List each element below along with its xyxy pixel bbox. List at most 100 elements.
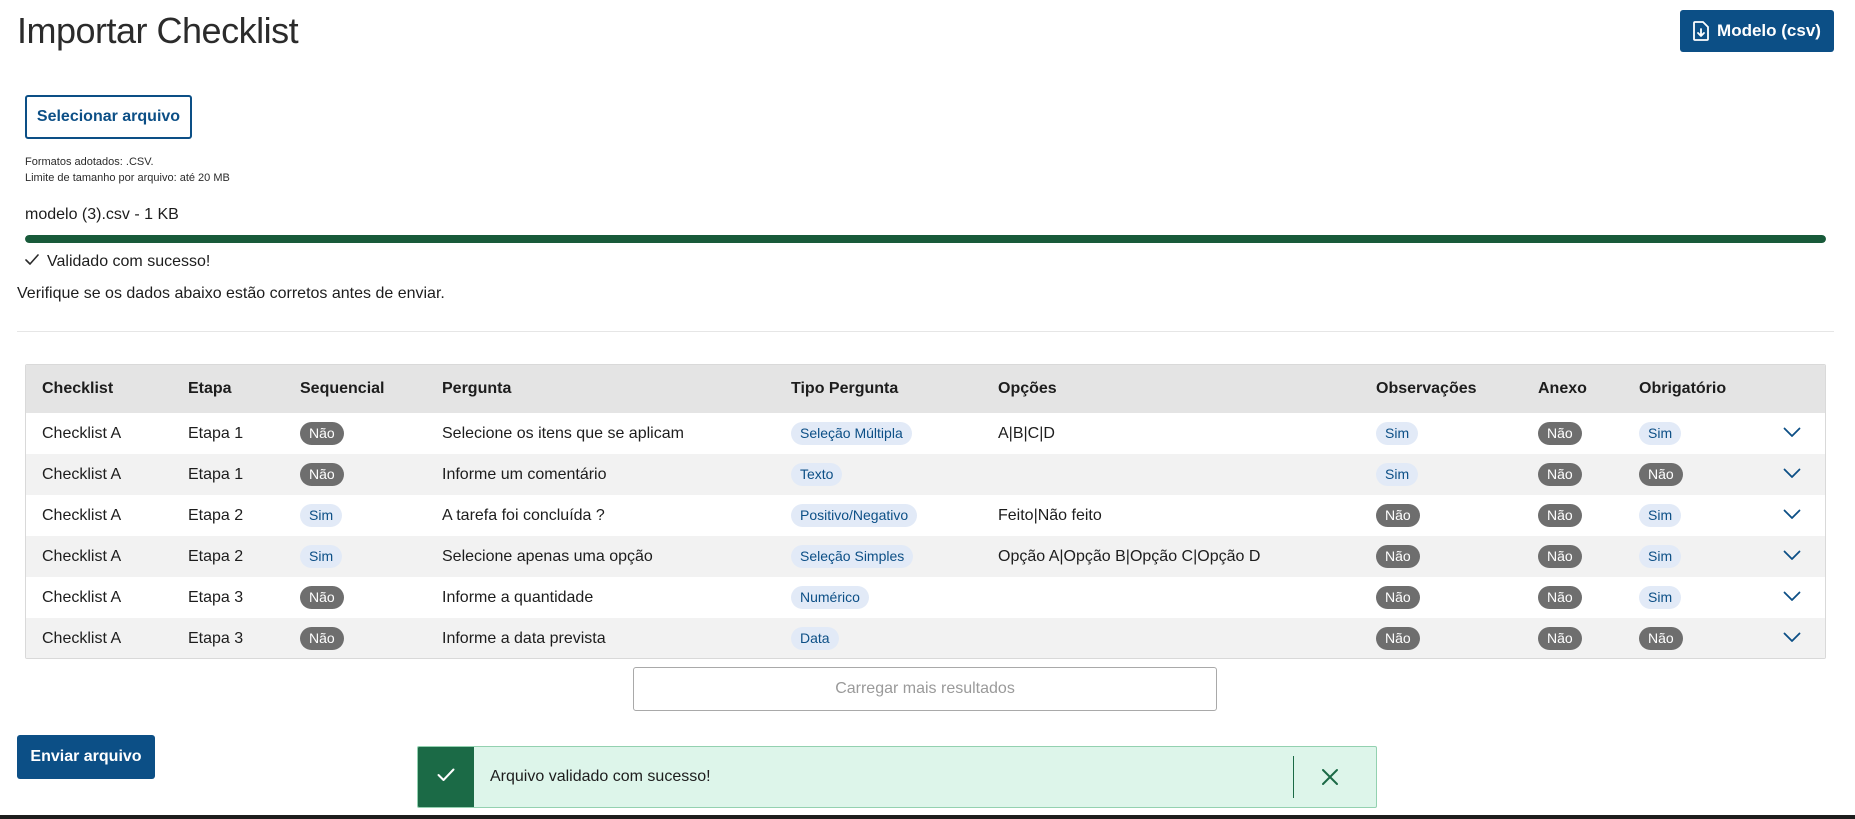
table-row: Checklist A Etapa 2 Sim A tarefa foi conclu… bbox=[26, 495, 1825, 536]
chevron-down-icon[interactable] bbox=[1783, 466, 1801, 484]
anexo-badge: Não bbox=[1538, 504, 1582, 527]
anexo-badge: Não bbox=[1538, 586, 1582, 609]
table-row: Checklist A Etapa 1 Não Selecione os itens … bbox=[26, 413, 1825, 454]
upload-progress-bar bbox=[25, 235, 1826, 243]
cell-pergunta: A tarefa foi concluída ? bbox=[442, 506, 605, 524]
question-type-badge: Seleção Simples bbox=[791, 545, 914, 568]
cell-obrigatorio: Sim bbox=[1623, 413, 1767, 454]
cell-expand bbox=[1767, 413, 1825, 454]
chevron-down-icon[interactable] bbox=[1783, 425, 1801, 443]
cell-etapa: Etapa 2 bbox=[188, 547, 244, 565]
cell-opcoes: Feito|Não feito bbox=[998, 506, 1102, 524]
observacoes-badge: Sim bbox=[1376, 422, 1419, 445]
table-header-row: Checklist Etapa Sequencial Pergunta Tipo Per… bbox=[26, 365, 1825, 413]
model-csv-button[interactable]: Modelo (csv) bbox=[1680, 10, 1834, 52]
question-type-badge: Data bbox=[791, 627, 839, 650]
cell-obrigatorio: Sim bbox=[1623, 495, 1767, 536]
question-type-badge: Texto bbox=[791, 463, 843, 486]
observacoes-badge: Não bbox=[1376, 545, 1420, 568]
column-header: Anexo bbox=[1538, 380, 1587, 397]
table-row: Checklist A Etapa 1 Não Informe um comentár… bbox=[26, 454, 1825, 495]
upload-progress-fill bbox=[25, 235, 1826, 243]
obrigatorio-badge: Sim bbox=[1639, 422, 1682, 445]
observacoes-badge: Não bbox=[1376, 627, 1420, 650]
cell-obrigatorio: Sim bbox=[1623, 577, 1767, 618]
cell-etapa: Etapa 1 bbox=[188, 465, 244, 483]
send-file-button[interactable]: Enviar arquivo bbox=[17, 735, 155, 779]
cell-expand bbox=[1767, 618, 1825, 658]
column-header: Sequencial bbox=[300, 380, 385, 397]
model-csv-button-label: Modelo (csv) bbox=[1717, 21, 1821, 40]
cell-expand bbox=[1767, 495, 1825, 536]
column-header: Pergunta bbox=[442, 380, 512, 397]
obrigatorio-badge: Não bbox=[1639, 627, 1683, 650]
validation-status: Validado com sucesso! bbox=[25, 253, 210, 271]
cell-anexo: Não bbox=[1522, 413, 1623, 454]
check-icon bbox=[25, 253, 39, 271]
cell-pergunta: Selecione os itens que se aplicam bbox=[442, 424, 684, 442]
chevron-down-icon[interactable] bbox=[1783, 630, 1801, 648]
cell-anexo: Não bbox=[1522, 618, 1623, 658]
cell-anexo: Não bbox=[1522, 577, 1623, 618]
obrigatorio-badge: Sim bbox=[1639, 545, 1682, 568]
size-limit-hint: Limite de tamanho por arquivo: até 20 MB bbox=[25, 172, 230, 184]
cell-tipo: Seleção Simples bbox=[775, 536, 982, 577]
section-divider bbox=[17, 331, 1834, 332]
sequencial-badge: Sim bbox=[300, 504, 343, 527]
anexo-badge: Não bbox=[1538, 627, 1582, 650]
chevron-down-icon[interactable] bbox=[1783, 589, 1801, 607]
cell-pergunta: Selecione apenas uma opção bbox=[442, 547, 653, 565]
chevron-down-icon[interactable] bbox=[1783, 548, 1801, 566]
cell-anexo: Não bbox=[1522, 454, 1623, 495]
success-toast: Arquivo validado com sucesso! bbox=[417, 746, 1377, 808]
chevron-down-icon[interactable] bbox=[1783, 507, 1801, 525]
table-row: Checklist A Etapa 2 Sim Selecione apenas um… bbox=[26, 536, 1825, 577]
cell-observacoes: Não bbox=[1360, 495, 1522, 536]
cell-observacoes: Não bbox=[1360, 577, 1522, 618]
close-icon[interactable] bbox=[1318, 765, 1342, 789]
cell-tipo: Positivo/Negativo bbox=[775, 495, 982, 536]
column-header-expand bbox=[1767, 365, 1825, 413]
cell-checklist: Checklist A bbox=[42, 547, 122, 565]
cell-observacoes: Sim bbox=[1360, 454, 1522, 495]
file-download-icon bbox=[1693, 21, 1709, 41]
question-type-badge: Seleção Múltipla bbox=[791, 422, 912, 445]
verify-message: Verifique se os dados abaixo estão corre… bbox=[17, 285, 445, 302]
cell-checklist: Checklist A bbox=[42, 588, 122, 606]
cell-checklist: Checklist A bbox=[42, 465, 122, 483]
formats-hint: Formatos adotados: .CSV. bbox=[25, 156, 154, 168]
column-header: Opções bbox=[998, 380, 1057, 397]
cell-anexo: Não bbox=[1522, 495, 1623, 536]
anexo-badge: Não bbox=[1538, 422, 1582, 445]
cell-tipo: Numérico bbox=[775, 577, 982, 618]
cell-tipo: Data bbox=[775, 618, 982, 658]
column-header: Observações bbox=[1376, 380, 1477, 397]
cell-sequencial: Não bbox=[284, 413, 426, 454]
cell-pergunta: Informe um comentário bbox=[442, 465, 607, 483]
cell-pergunta: Informe a quantidade bbox=[442, 588, 594, 606]
observacoes-badge: Não bbox=[1376, 504, 1420, 527]
cell-observacoes: Não bbox=[1360, 618, 1522, 658]
uploaded-file-name: modelo (3).csv - 1 KB bbox=[25, 206, 179, 223]
cell-opcoes: Opção A|Opção B|Opção C|Opção D bbox=[998, 547, 1261, 565]
anexo-badge: Não bbox=[1538, 463, 1582, 486]
load-more-button[interactable]: Carregar mais resultados bbox=[633, 667, 1217, 711]
cell-etapa: Etapa 3 bbox=[188, 588, 244, 606]
cell-opcoes: A|B|C|D bbox=[998, 424, 1055, 442]
cell-tipo: Texto bbox=[775, 454, 982, 495]
cell-observacoes: Sim bbox=[1360, 413, 1522, 454]
toast-message: Arquivo validado com sucesso! bbox=[490, 768, 711, 785]
select-file-button[interactable]: Selecionar arquivo bbox=[25, 95, 192, 139]
sequencial-badge: Não bbox=[300, 463, 344, 486]
validation-message: Validado com sucesso! bbox=[47, 253, 211, 270]
cell-anexo: Não bbox=[1522, 536, 1623, 577]
cell-checklist: Checklist A bbox=[42, 424, 122, 442]
cell-observacoes: Não bbox=[1360, 536, 1522, 577]
cell-obrigatorio: Não bbox=[1623, 618, 1767, 658]
toast-separator bbox=[1293, 756, 1294, 798]
question-type-badge: Numérico bbox=[791, 586, 869, 609]
obrigatorio-badge: Sim bbox=[1639, 586, 1682, 609]
cell-sequencial: Sim bbox=[284, 495, 426, 536]
cell-expand bbox=[1767, 577, 1825, 618]
table-row: Checklist A Etapa 3 Não Informe a quantidad… bbox=[26, 577, 1825, 618]
